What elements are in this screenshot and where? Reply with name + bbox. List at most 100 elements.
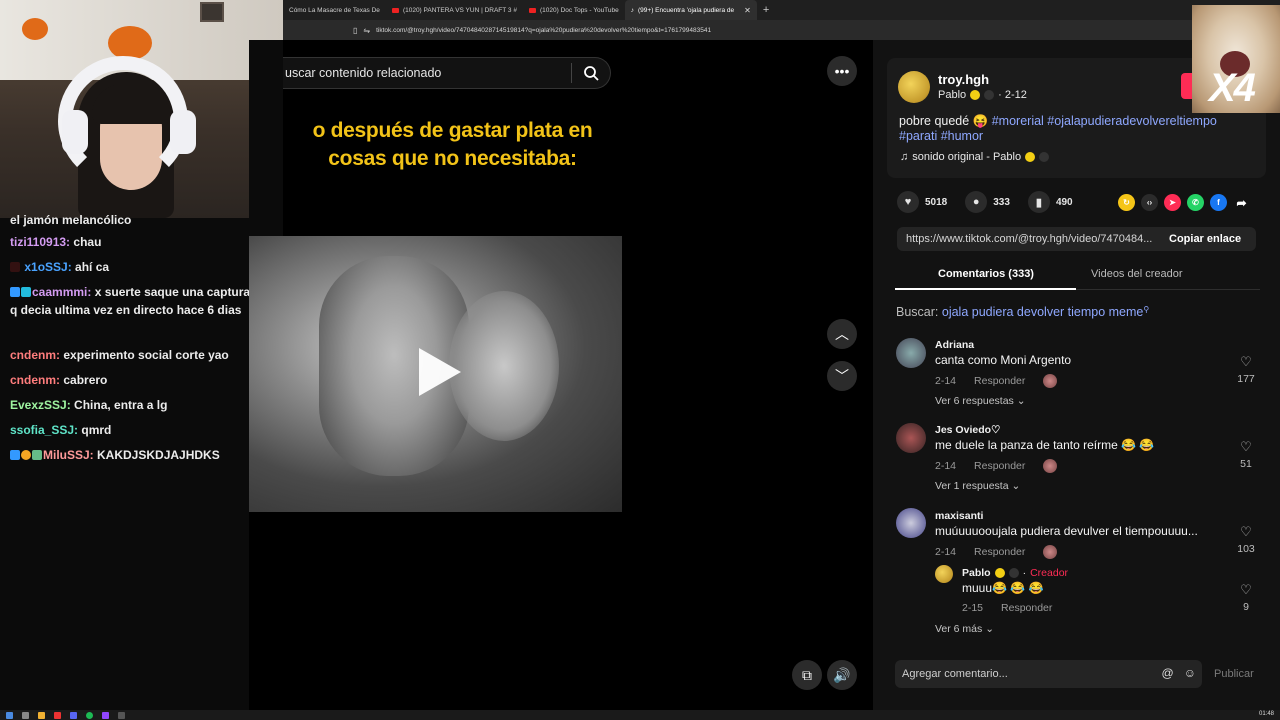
chat-username: EvexzSSJ: (10, 398, 71, 412)
reply-button[interactable]: Responder (1001, 602, 1052, 614)
comment-stat[interactable]: ● 333 (965, 191, 1010, 213)
volume-button[interactable]: 🔊 (827, 660, 857, 690)
heart-icon[interactable]: ♥ (897, 191, 919, 213)
emoji-badge-icon (1025, 152, 1036, 162)
related-search-query[interactable]: ojala pudiera devolver tiempo meme (942, 305, 1144, 319)
pumpkin-decoration (108, 26, 152, 60)
comment-like-icon[interactable]: ♡ (1231, 582, 1261, 598)
taskbar: 01:48 (0, 710, 1280, 720)
comment-meta: 2-14 Responder (935, 459, 1058, 473)
comment-like-icon[interactable]: ♡ (1231, 354, 1261, 370)
chat-badge-icon (10, 262, 20, 272)
comment-author[interactable]: Jes Oviedo♡ (935, 424, 1000, 436)
comment-text: muúuuuooujala pudiera devulver el tiempo… (935, 524, 1198, 538)
post-link[interactable]: https://www.tiktok.com/@troy.hgh/video/7… (897, 233, 1159, 245)
sound-name[interactable]: sonido original - Pablo (912, 151, 1021, 163)
facebook-icon[interactable]: f (1210, 194, 1227, 211)
creator-liked-icon (1043, 374, 1058, 388)
author-username[interactable]: troy.hgh (938, 72, 989, 87)
play-icon[interactable] (419, 348, 461, 396)
twitch-icon[interactable] (102, 711, 109, 719)
commenter-avatar[interactable] (896, 423, 926, 453)
video-player[interactable] (249, 236, 622, 512)
emoji-badge-icon (970, 90, 981, 100)
publish-button[interactable]: Publicar (1214, 668, 1254, 680)
comment-icon[interactable]: ● (965, 191, 988, 213)
app-icon[interactable] (118, 711, 125, 719)
chat-username: tizi110913: (10, 235, 71, 249)
close-tab-icon[interactable]: ✕ (744, 6, 751, 15)
chat-message: cndenm: cabrero (10, 371, 258, 389)
next-video-button[interactable]: ﹀ (827, 361, 857, 391)
start-icon[interactable] (6, 711, 13, 719)
previous-video-button[interactable]: ︿ (827, 319, 857, 349)
send-icon[interactable]: ➤ (1164, 194, 1181, 211)
reply-button[interactable]: Responder (974, 460, 1025, 472)
chat-message: EvexzSSJ: China, entra a lg (10, 396, 258, 414)
search-bar[interactable]: uscar contenido relacionado (283, 57, 611, 89)
creator-avatar[interactable] (935, 565, 953, 583)
mention-icon[interactable]: @ (1162, 666, 1174, 680)
comment-author[interactable]: maxisanti (935, 510, 983, 522)
comment-meta: 2-14 Responder (935, 374, 1058, 388)
like-stat[interactable]: ♥ 5018 (897, 191, 947, 213)
search-icon[interactable] (22, 711, 29, 719)
comment-date: 2-14 (935, 546, 957, 558)
whatsapp-icon[interactable]: ✆ (1187, 194, 1204, 211)
browser-tab[interactable]: (1020) PANTERA VS YUN | DRAFT 3 # (386, 0, 523, 20)
browser-icon[interactable] (54, 711, 61, 719)
search-input[interactable]: uscar contenido relacionado (283, 66, 571, 80)
view-more-label: Ver 6 más (935, 623, 983, 635)
video-bottom-area (249, 512, 622, 710)
address-bar[interactable]: ▯ ⇋ tiktok.com/@troy.hgh/video/747048402… (283, 20, 1280, 40)
browser-tab[interactable]: Cómo La Masacre de Texas De (283, 0, 386, 20)
emoji-icon[interactable]: ☺ (1184, 666, 1196, 680)
author-avatar[interactable] (898, 71, 930, 103)
chat-text: experimento social corte yao (63, 348, 229, 362)
comment-input[interactable]: Agregar comentario... @ ☺ (895, 660, 1202, 688)
url-text[interactable]: tiktok.com/@troy.hgh/video/7470484028714… (376, 27, 711, 34)
search-button[interactable] (572, 65, 610, 81)
youtube-icon (528, 7, 536, 13)
more-options-button[interactable]: ••• (827, 56, 857, 86)
emoji-badge-icon (984, 90, 995, 100)
bookmark-icon[interactable]: ▯ (353, 26, 357, 35)
spotify-icon[interactable] (86, 711, 93, 719)
related-search[interactable]: Buscar: ojala pudiera devolver tiempo me… (896, 305, 1149, 319)
save-stat[interactable]: ▮ 490 (1027, 191, 1073, 213)
reply-like-count: 9 (1243, 601, 1249, 613)
discord-icon[interactable] (70, 711, 77, 719)
commenter-avatar[interactable] (896, 338, 926, 368)
chevron-down-icon: ﹀ (835, 368, 849, 384)
repost-icon[interactable]: ↻ (1118, 194, 1135, 211)
view-more-replies-button[interactable]: Ver 6 más ⌄ (935, 623, 994, 635)
view-replies-button[interactable]: Ver 1 respuesta ⌄ (935, 480, 1020, 492)
comment-author[interactable]: Adriana (935, 339, 974, 351)
folder-icon[interactable] (38, 711, 45, 719)
reply-button[interactable]: Responder (974, 546, 1025, 558)
author-meta: Pablo · 2-12 (938, 89, 1027, 101)
site-info-icon[interactable]: ⇋ (363, 26, 370, 35)
copy-link-button[interactable]: Copiar enlace (1159, 233, 1241, 245)
reply-author[interactable]: Pablo (962, 567, 991, 579)
comment-like-icon[interactable]: ♡ (1231, 524, 1261, 540)
new-tab-button[interactable]: + (757, 4, 775, 16)
commenter-avatar[interactable] (896, 508, 926, 538)
chevron-down-icon: ⌄ (1011, 480, 1021, 492)
floating-player-button[interactable]: ⧉ (792, 660, 822, 690)
embed-icon[interactable]: ‹› (1141, 194, 1158, 211)
share-arrow-icon[interactable]: ➦ (1233, 194, 1250, 211)
tab-creator-videos[interactable]: Videos del creador (1091, 268, 1183, 280)
reply-button[interactable]: Responder (974, 375, 1025, 387)
search-icon (584, 66, 599, 81)
browser-tab[interactable]: (1020) Doc Tops - YouTube (523, 0, 625, 20)
browser-tab-active[interactable]: ♪ (99+) Encuentra 'ojala pudiera de ✕ (624, 0, 757, 20)
bookmark-icon[interactable]: ▮ (1027, 191, 1050, 213)
comment-like-icon[interactable]: ♡ (1231, 439, 1261, 455)
youtube-icon (391, 7, 399, 13)
emoji-badge-icon (994, 568, 1005, 578)
webcam-feed (0, 0, 283, 218)
tab-comments[interactable]: Comentarios (333) (938, 268, 1034, 280)
sound-link[interactable]: ♫ sonido original - Pablo (900, 151, 1050, 163)
view-replies-button[interactable]: Ver 6 respuestas ⌄ (935, 395, 1026, 407)
